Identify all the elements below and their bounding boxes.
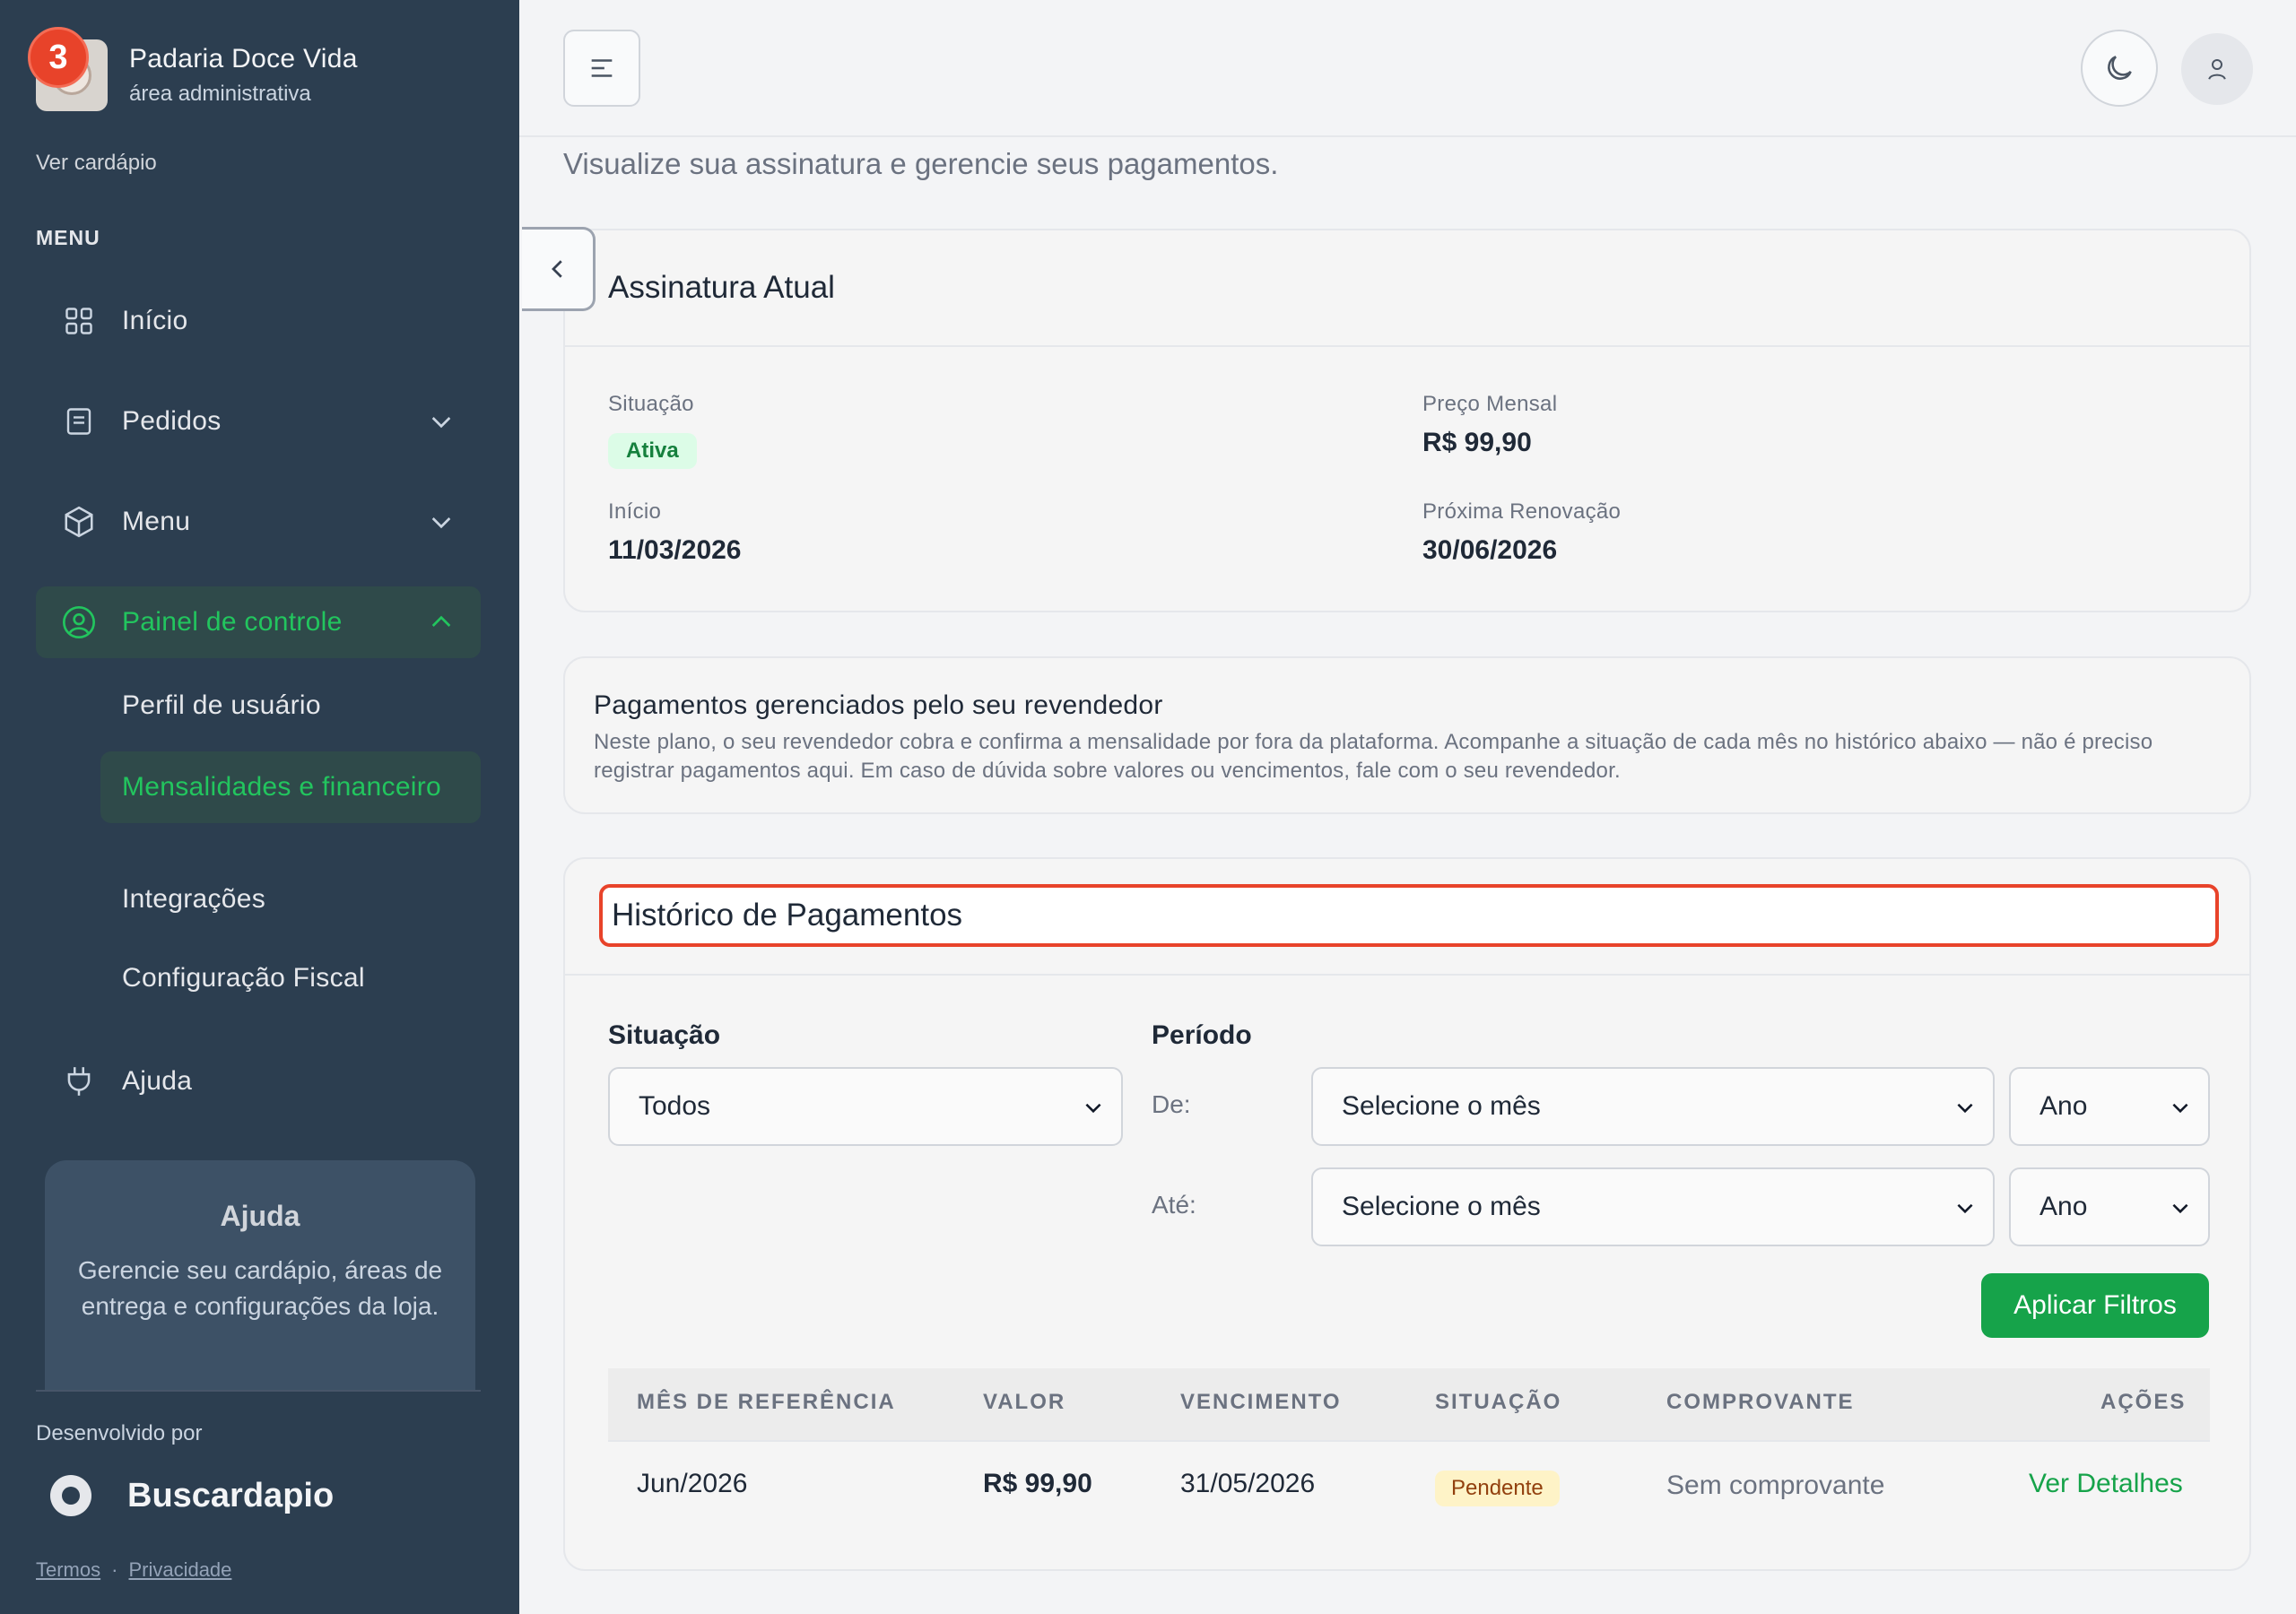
- developer-name: Buscardapio: [127, 1476, 335, 1514]
- chevron-down-icon: [1957, 1103, 1973, 1114]
- chevron-down-icon: [431, 517, 451, 529]
- sidebar-item-ajuda[interactable]: Ajuda: [36, 1046, 481, 1117]
- box-icon: [61, 504, 97, 540]
- reseller-notice: Pagamentos gerenciados pelo seu revended…: [563, 656, 2251, 814]
- notification-badge[interactable]: 3: [28, 27, 89, 88]
- sidebar-item-label: Ajuda: [122, 1066, 193, 1096]
- privacy-link[interactable]: Privacidade: [128, 1558, 231, 1581]
- user-circle-icon: [61, 604, 97, 640]
- column-header: SITUAÇÃO: [1435, 1390, 1562, 1414]
- chevron-down-icon: [431, 417, 451, 429]
- column-header: VALOR: [983, 1390, 1066, 1414]
- column-header: COMPROVANTE: [1666, 1390, 1855, 1414]
- footer-links: Termos · Privacidade: [36, 1558, 231, 1582]
- user-icon: [2208, 59, 2226, 80]
- from-month-select[interactable]: Selecione o mês: [1311, 1067, 1995, 1146]
- period-filter-label: Período: [1152, 1020, 1252, 1050]
- user-menu-button[interactable]: [2181, 33, 2253, 105]
- notice-title: Pagamentos gerenciados pelo seu revended…: [594, 690, 1163, 720]
- buscardapio-logo-icon: [50, 1475, 91, 1516]
- help-text: Gerencie seu cardápio, áreas de entrega …: [77, 1256, 443, 1320]
- chevron-up-icon: [431, 615, 451, 627]
- sidebar-item-inicio[interactable]: Início: [36, 285, 481, 357]
- from-label: De:: [1152, 1090, 1191, 1118]
- chevron-left-icon: [551, 260, 562, 278]
- terms-link[interactable]: Termos: [36, 1558, 100, 1581]
- help-box: Ajuda Gerencie seu cardápio, áreas de en…: [45, 1160, 475, 1390]
- footer-separator: ·: [111, 1558, 118, 1581]
- receipt-icon: [61, 404, 97, 439]
- store-name: Padaria Doce Vida: [129, 44, 358, 74]
- chevron-down-icon: [1085, 1103, 1101, 1114]
- select-value: Selecione o mês: [1342, 1091, 1541, 1121]
- price-value: R$ 99,90: [1422, 428, 1532, 457]
- status-filter-select[interactable]: Todos: [608, 1067, 1123, 1146]
- select-value: Ano: [2039, 1091, 2088, 1121]
- sidebar-item-label: Painel de controle: [122, 607, 343, 637]
- price-label: Preço Mensal: [1422, 392, 1558, 416]
- divider: [36, 1390, 481, 1392]
- column-header: VENCIMENTO: [1180, 1390, 1342, 1414]
- sidebar-subitem-perfil[interactable]: Perfil de usuário: [100, 690, 481, 721]
- page-subtitle: Visualize sua assinatura e gerencie seus…: [563, 147, 1279, 180]
- select-value: Todos: [639, 1091, 711, 1121]
- cell-month: Jun/2026: [637, 1469, 748, 1498]
- sidebar-item-painel[interactable]: Painel de controle: [36, 586, 481, 658]
- sidebar-item-label: Menu: [122, 507, 191, 536]
- sidebar: Padaria Doce Vida área administrativa 3 …: [0, 0, 519, 1614]
- cell-value: R$ 99,90: [983, 1469, 1092, 1498]
- developed-by-label: Desenvolvido por: [36, 1421, 203, 1445]
- chevron-down-icon: [2172, 1103, 2188, 1114]
- menu-lines-icon: [591, 59, 613, 77]
- payment-history-card: Histórico de Pagamentos Situação Todos P…: [563, 857, 2251, 1571]
- menu-toggle-button[interactable]: [563, 30, 640, 107]
- notice-text: Neste plano, o seu revendedor cobra e co…: [594, 730, 2153, 783]
- renewal-value: 30/06/2026: [1422, 535, 1558, 565]
- divider: [565, 974, 2249, 976]
- theme-toggle-button[interactable]: [2081, 30, 2158, 107]
- collapse-sidebar-button[interactable]: [522, 227, 596, 311]
- chevron-down-icon: [1957, 1203, 1973, 1214]
- status-badge: Ativa: [608, 433, 697, 469]
- column-header: AÇÕES: [2100, 1390, 2187, 1414]
- sidebar-subitem-mensalidades[interactable]: Mensalidades e financeiro: [100, 751, 481, 823]
- plug-icon: [61, 1063, 97, 1099]
- apply-filters-button[interactable]: Aplicar Filtros: [1981, 1273, 2209, 1338]
- top-bar: [519, 0, 2296, 137]
- status-badge: Pendente: [1435, 1471, 1560, 1506]
- renewal-label: Próxima Renovação: [1422, 499, 1622, 524]
- view-menu-link[interactable]: Ver cardápio: [36, 151, 157, 176]
- to-label: Até:: [1152, 1191, 1196, 1219]
- to-month-select[interactable]: Selecione o mês: [1311, 1167, 1995, 1246]
- chevron-down-icon: [2172, 1203, 2188, 1214]
- menu-section-label: MENU: [36, 226, 100, 249]
- start-value: 11/03/2026: [608, 535, 742, 565]
- to-year-select[interactable]: Ano: [2009, 1167, 2210, 1246]
- card-title: Assinatura Atual: [565, 230, 2249, 347]
- table-header: MÊS DE REFERÊNCIA VALOR VENCIMENTO SITUA…: [608, 1368, 2210, 1442]
- sidebar-item-label: Pedidos: [122, 406, 222, 436]
- moon-icon: [2108, 56, 2132, 80]
- from-year-select[interactable]: Ano: [2009, 1067, 2210, 1146]
- status-label: Situação: [608, 392, 694, 416]
- column-header: MÊS DE REFERÊNCIA: [637, 1390, 896, 1414]
- view-details-link[interactable]: Ver Detalhes: [2029, 1469, 2183, 1499]
- sidebar-item-pedidos[interactable]: Pedidos: [36, 386, 481, 457]
- help-title: Ajuda: [220, 1200, 300, 1232]
- cell-due-date: 31/05/2026: [1180, 1469, 1316, 1498]
- select-value: Selecione o mês: [1342, 1192, 1541, 1221]
- cell-receipt: Sem comprovante: [1666, 1471, 1885, 1500]
- developer-logo[interactable]: Buscardapio: [50, 1475, 334, 1516]
- sidebar-item-menu[interactable]: Menu: [36, 486, 481, 558]
- sidebar-item-label: Início: [122, 306, 188, 335]
- start-label: Início: [608, 499, 662, 524]
- sidebar-subitem-integracoes[interactable]: Integrações: [100, 884, 481, 915]
- select-value: Ano: [2039, 1192, 2088, 1221]
- sidebar-subitem-fiscal[interactable]: Configuração Fiscal: [100, 963, 481, 994]
- store-subtitle: área administrativa: [129, 82, 311, 106]
- card-title: Histórico de Pagamentos: [599, 884, 2219, 947]
- subscription-card: Assinatura Atual Situação Ativa Preço Me…: [563, 229, 2251, 612]
- status-filter-label: Situação: [608, 1020, 721, 1050]
- grid-icon: [61, 303, 97, 339]
